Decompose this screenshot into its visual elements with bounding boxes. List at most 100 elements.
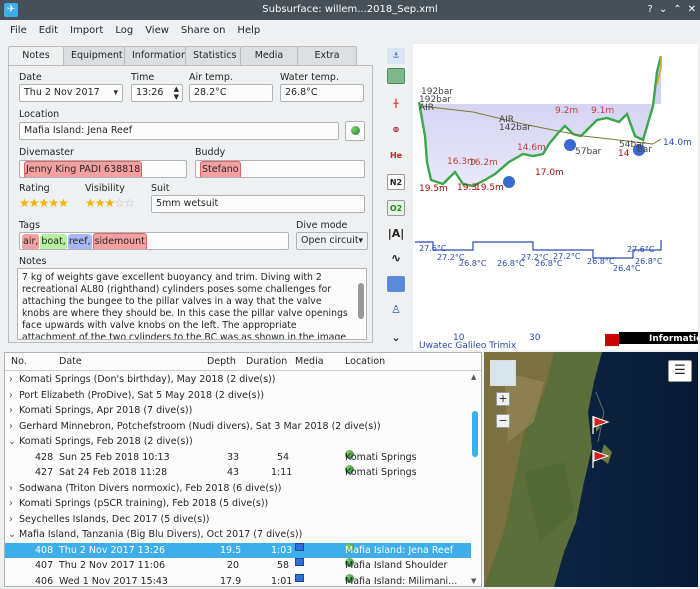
water-temp-field[interactable]: 26.8°C xyxy=(280,84,364,102)
column-date[interactable]: Date xyxy=(59,356,82,367)
menu-file[interactable]: File xyxy=(4,25,33,36)
zoom-in-button[interactable]: + xyxy=(496,392,510,406)
tissue-icon[interactable] xyxy=(387,276,405,292)
trip-row[interactable]: › Gerhard Minnebron, Potchefstroom (Nudi … xyxy=(5,419,471,434)
menu-log[interactable]: Log xyxy=(109,25,139,36)
dive-duration: 54 xyxy=(277,452,290,463)
tab-notes[interactable]: Notes xyxy=(8,46,64,66)
notes-scrollbar[interactable] xyxy=(358,283,364,319)
location-text: Mafia Island Shoulder xyxy=(345,560,448,571)
tab-statistics[interactable]: Statistics xyxy=(185,46,241,65)
chevron-down-icon[interactable]: ⌄ xyxy=(387,330,405,346)
ruler-icon[interactable] xyxy=(387,68,405,84)
dive-row[interactable]: 407 Thu 2 Nov 2017 11:06 20 58 Mafia Isl… xyxy=(5,558,471,573)
window-titlebar: ✈ Subsurface: willem...2018_Sep.xml ? ⌄ … xyxy=(0,0,700,20)
expand-icon[interactable]: › xyxy=(9,388,13,403)
collapse-icon[interactable]: ⌄ xyxy=(8,434,16,449)
globe-button[interactable] xyxy=(345,121,365,141)
collapse-icon[interactable]: ⌄ xyxy=(8,527,16,542)
help-icon[interactable]: ? xyxy=(648,0,653,20)
dive-no: 427 xyxy=(35,467,54,478)
dive-row[interactable]: 427 Sat 24 Feb 2018 11:28 43 1:11 Komati… xyxy=(5,465,471,480)
dive-row[interactable]: 406 Wed 1 Nov 2017 15:43 17.9 1:01 Mafia… xyxy=(5,574,471,587)
temp-label: 27.6°C xyxy=(627,245,655,254)
graph-icon[interactable]: ╋ xyxy=(387,96,405,112)
n2-icon[interactable]: N2 xyxy=(387,174,405,190)
menu-help[interactable]: Help xyxy=(231,25,266,36)
tab-extra-info[interactable]: Extra Info xyxy=(297,46,357,79)
minimize-icon[interactable]: ⌄ xyxy=(659,0,667,20)
dive-site-flag-icon[interactable] xyxy=(590,414,610,437)
zoom-out-button[interactable]: − xyxy=(496,414,510,428)
trip-row[interactable]: › Komati Springs, Apr 2018 (7 dive(s)) xyxy=(5,403,471,418)
pressure-label: 142bar xyxy=(499,123,531,133)
menu-import[interactable]: Import xyxy=(64,25,109,36)
o2-icon[interactable]: O2 xyxy=(387,200,405,216)
trip-row[interactable]: › Seychelles Islands, Dec 2017 (5 dive(s)… xyxy=(5,512,471,527)
gas-icon[interactable]: ⊚ xyxy=(387,122,405,138)
column-duration[interactable]: Duration xyxy=(246,356,287,367)
trip-row[interactable]: › Komati Springs (pSCR training), Feb 201… xyxy=(5,496,471,511)
menu-view[interactable]: View xyxy=(139,25,175,36)
dive-list-scrollbar[interactable]: ▲ ▼ xyxy=(471,373,479,585)
location-text: Mafia Island: Milimani... xyxy=(345,576,458,587)
time-field[interactable]: 13:26 ▲ ▼ xyxy=(131,84,183,102)
event-icon[interactable] xyxy=(503,176,515,188)
trip-row[interactable]: › Sodwana (Triton Divers normoxic), Feb 2… xyxy=(5,481,471,496)
dive-mode-select[interactable]: Open circuit xyxy=(296,232,368,250)
trip-row[interactable]: › Port Elizabeth (ProDive), Sat 5 May 201… xyxy=(5,388,471,403)
trip-row[interactable]: › Komati Springs (Don's birthday), May 20… xyxy=(5,372,471,387)
divemaster-field[interactable]: Jenny King PADI 638818 xyxy=(19,160,187,178)
expand-icon[interactable]: › xyxy=(9,496,13,511)
overview-map[interactable] xyxy=(490,360,516,386)
expand-icon[interactable]: › xyxy=(9,403,13,418)
dive-profile[interactable]: 192bar AIR AIR 142bar 19.5m 16.3m 16.2m … xyxy=(413,44,700,351)
menu-edit[interactable]: Edit xyxy=(33,25,64,36)
air-temp-field[interactable]: 28.2°C xyxy=(189,84,273,102)
depth-label: 9.1m xyxy=(591,106,614,116)
notes-textarea[interactable]: 7 kg of weights gave excellent buoyancy … xyxy=(17,268,367,340)
column-no[interactable]: No. xyxy=(11,356,27,367)
expand-icon[interactable]: › xyxy=(9,372,13,387)
column-media[interactable]: Media xyxy=(295,356,324,367)
visibility-stars[interactable]: ★★★☆☆ xyxy=(85,197,135,209)
scroll-thumb[interactable] xyxy=(472,411,478,457)
tab-information[interactable]: Information xyxy=(124,46,187,65)
scroll-down-icon[interactable]: ▼ xyxy=(471,577,476,585)
line-graph-icon[interactable]: ∿ xyxy=(387,250,405,266)
map-view[interactable]: + − ☰ xyxy=(484,352,698,587)
menu-share-on[interactable]: Share on xyxy=(175,25,232,36)
map-menu-button[interactable]: ☰ xyxy=(668,360,692,382)
tab-media[interactable]: Media xyxy=(240,46,298,65)
tags-field[interactable]: air, boat, reef, sidemount xyxy=(19,232,289,250)
depth-label: 19.5m xyxy=(475,183,504,193)
trip-row[interactable]: ⌄ Komati Springs, Feb 2018 (2 dive(s)) xyxy=(5,434,471,449)
trip-label: Komati Springs (Don's birthday), May 201… xyxy=(19,374,276,385)
suit-field[interactable]: 5mm wetsuit xyxy=(151,195,365,213)
rating-stars[interactable]: ★★★★★ xyxy=(19,197,69,209)
diver-icon[interactable]: ⚓ xyxy=(387,48,405,64)
he-icon[interactable]: He xyxy=(387,148,405,164)
dive-site-flag-icon[interactable] xyxy=(590,448,610,471)
dive-row[interactable]: 428 Sun 25 Feb 2018 10:13 33 54 Komati S… xyxy=(5,450,471,465)
expand-icon[interactable]: › xyxy=(9,481,13,496)
trip-label: Port Elizabeth (ProDive), Sat 5 May 2018… xyxy=(19,390,265,401)
spinner-icon[interactable]: ▲ ▼ xyxy=(174,85,179,101)
photo-icon[interactable]: ♙ xyxy=(387,302,405,318)
dive-depth: 17.9 xyxy=(220,576,242,587)
heartrate-icon[interactable]: |A| xyxy=(387,226,405,242)
expand-icon[interactable]: › xyxy=(9,512,13,527)
column-location[interactable]: Location xyxy=(345,356,385,367)
trip-row[interactable]: ⌄ Mafia Island, Tanzania (Big Blu Divers)… xyxy=(5,527,471,542)
location-field[interactable]: Mafia Island: Jena Reef xyxy=(19,122,339,140)
dive-list: No. Date Depth Duration Media Location ›… xyxy=(4,352,482,587)
buddy-field[interactable]: Stefano xyxy=(195,160,365,178)
close-icon[interactable]: ✕ xyxy=(688,0,696,20)
dive-row-selected[interactable]: 408 Thu 2 Nov 2017 13:26 19.5 1:03 Mafia… xyxy=(5,543,471,559)
date-field[interactable]: Thu 2 Nov 2017 xyxy=(19,84,123,102)
expand-icon[interactable]: › xyxy=(9,419,13,434)
scroll-up-icon[interactable]: ▲ xyxy=(471,373,476,381)
column-depth[interactable]: Depth xyxy=(207,356,236,367)
maximize-icon[interactable]: ⌃ xyxy=(673,0,681,20)
tab-equipment[interactable]: Equipment xyxy=(63,46,125,65)
